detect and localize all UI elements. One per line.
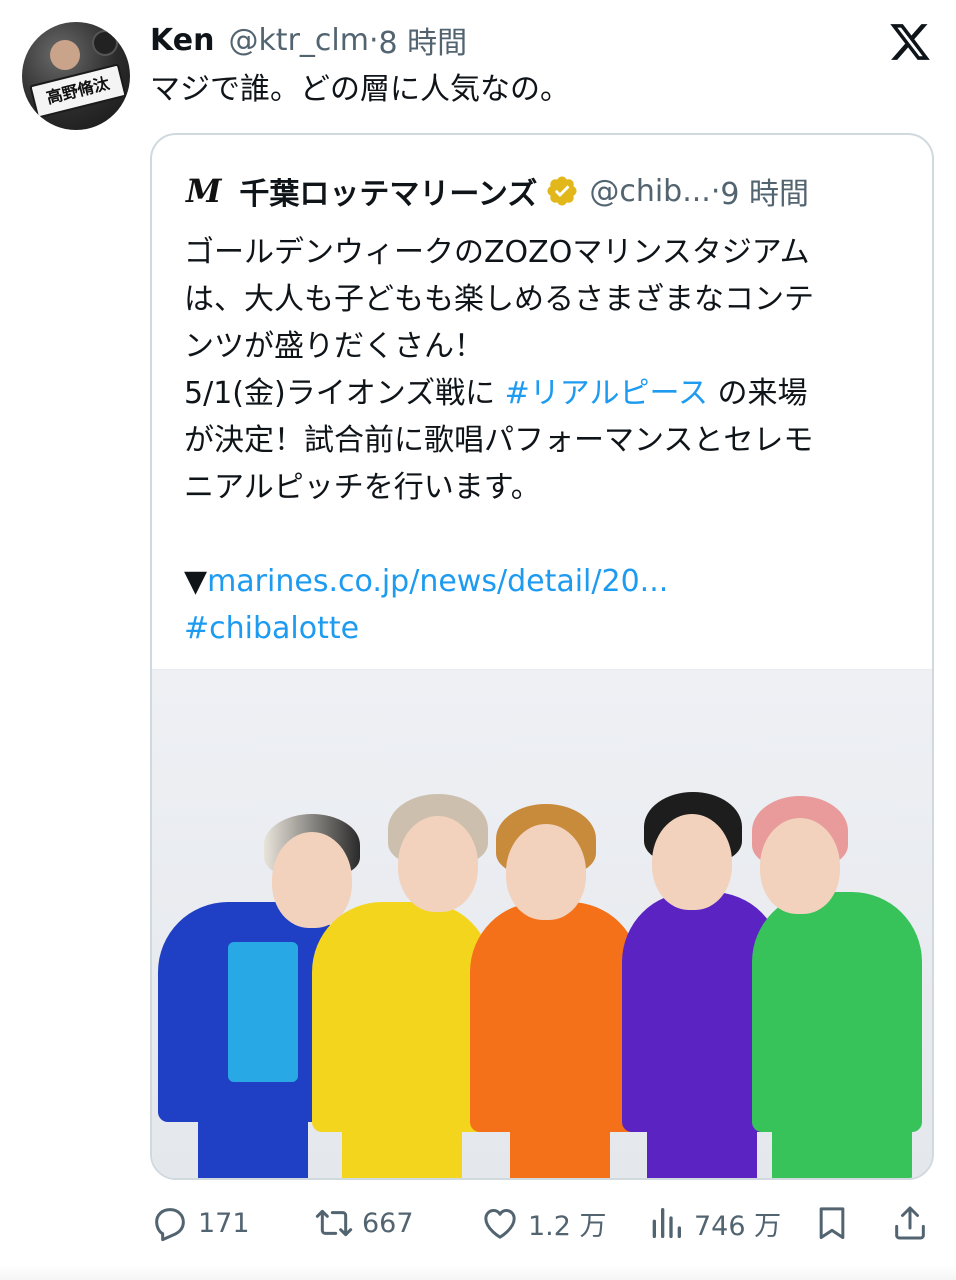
reply-button[interactable]: 171 xyxy=(150,1198,250,1248)
quote-header: M 千葉ロッテマリーンズ @chib... · 9 時間 xyxy=(186,169,809,213)
member-orange xyxy=(470,752,640,1178)
avatar-figure xyxy=(50,40,80,70)
reply-icon xyxy=(155,1208,185,1242)
tweet-header: Ken @ktr_clm · 8 時間 xyxy=(150,18,468,62)
quote-line: ンツが盛りだくさん！ xyxy=(184,329,484,364)
share-icon xyxy=(895,1206,925,1240)
quote-line: ニアルピッチを行います。 xyxy=(184,470,541,505)
like-button[interactable]: 1.2 万 xyxy=(480,1198,607,1248)
quote-line: は、大人も子どもも楽しめるさまざまなコンテ xyxy=(184,282,814,317)
bottom-divider xyxy=(0,1266,956,1280)
separator-dot: · xyxy=(710,173,721,209)
tweet-text: マジで誰。どの層に人気なの。 xyxy=(150,72,570,107)
quote-line: ▼marines.co.jp/news/detail/20... xyxy=(184,558,914,605)
views-button[interactable]: 746 万 xyxy=(646,1198,781,1248)
author-avatar[interactable]: 高野脩汰 xyxy=(22,22,130,130)
retweet-button[interactable]: 667 xyxy=(314,1198,414,1248)
quote-line: ゴールデンウィークのZOZOマリンスタジアム xyxy=(184,235,810,270)
group-photo[interactable] xyxy=(152,669,932,1178)
tweet-time[interactable]: 8 時間 xyxy=(379,18,468,62)
quote-line: #chibalotte xyxy=(184,605,914,652)
views-chart-icon xyxy=(652,1208,681,1238)
quote-line: 5/1(金)ライオンズ戦に #リアルピース の来場 xyxy=(184,370,914,417)
action-bar: 171 667 1.2 万 746 万 xyxy=(150,1198,934,1248)
view-count: 746 万 xyxy=(694,1210,782,1242)
hashtag-link[interactable]: #リアルピース xyxy=(505,376,708,411)
like-count: 1.2 万 xyxy=(528,1210,607,1242)
heart-icon xyxy=(484,1209,516,1239)
quote-line-text: 5/1(金)ライオンズ戦に xyxy=(184,376,505,411)
author-name[interactable]: Ken xyxy=(150,23,214,58)
triangle-icon: ▼ xyxy=(184,564,208,599)
reply-count: 171 xyxy=(198,1207,250,1239)
quote-author-handle[interactable]: @chib... xyxy=(589,174,711,209)
quote-line: が決定！試合前に歌唱パフォーマンスとセレモ xyxy=(184,423,814,458)
member-green xyxy=(752,752,932,1178)
verified-badge-icon xyxy=(547,176,577,206)
separator-dot: · xyxy=(368,22,379,58)
author-handle[interactable]: @ktr_clm xyxy=(228,23,369,58)
quoted-tweet-card[interactable]: M 千葉ロッテマリーンズ @chib... · 9 時間 ゴールデンウィークのZ… xyxy=(150,133,934,1180)
x-logo-icon[interactable] xyxy=(888,20,932,64)
avatar-figure-2 xyxy=(92,30,118,56)
retweet-icon xyxy=(315,1209,353,1237)
hashtag-link[interactable]: #chibalotte xyxy=(184,611,359,646)
quote-author-name[interactable]: 千葉ロッテマリーンズ xyxy=(239,169,537,213)
quote-line-text: の来場 xyxy=(707,376,808,411)
bookmark-icon xyxy=(819,1207,845,1239)
retweet-count: 667 xyxy=(362,1207,414,1239)
quote-text: ゴールデンウィークのZOZOマリンスタジアム は、大人も子どもも楽しめるさまざま… xyxy=(184,229,914,652)
bookmark-button[interactable] xyxy=(812,1198,860,1248)
news-link[interactable]: marines.co.jp/news/detail/20... xyxy=(207,564,668,599)
member-yellow xyxy=(312,752,492,1178)
quote-time[interactable]: 9 時間 xyxy=(720,169,809,213)
marines-logo-icon: M xyxy=(186,172,222,210)
share-button[interactable] xyxy=(890,1198,938,1248)
avatar-sign: 高野脩汰 xyxy=(29,63,127,119)
